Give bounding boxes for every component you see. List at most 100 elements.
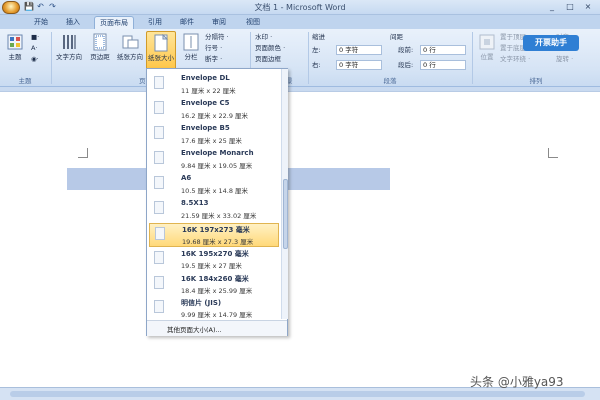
paper-size-option[interactable]: Envelope B5 17.6 厘米 x 25 厘米 xyxy=(149,123,279,147)
paper-size-dimensions: 10.5 厘米 x 14.8 厘米 xyxy=(181,187,249,195)
paper-size-name: A6 xyxy=(181,174,192,182)
paper-icon xyxy=(154,126,164,139)
paper-size-name: 16K 184x260 毫米 xyxy=(181,275,249,283)
paper-size-option[interactable]: 明信片 (JIS) 9.99 厘米 x 14.79 厘米 xyxy=(149,297,279,319)
tab-page-layout[interactable]: 页面布局 xyxy=(94,16,134,29)
orientation-label: 纸张方向 xyxy=(117,53,143,61)
paper-size-dimensions: 17.6 厘米 x 25 厘米 xyxy=(181,137,242,145)
paper-size-option-selected[interactable]: 16K 197x273 毫米 19.68 厘米 x 27.3 厘米 xyxy=(149,223,279,247)
page-color-button[interactable]: 页面颜色 · xyxy=(255,43,285,53)
columns-icon xyxy=(183,33,199,51)
paper-icon xyxy=(154,101,164,114)
separator xyxy=(472,32,473,84)
paper-size-name: Envelope Monarch xyxy=(181,149,254,157)
spacing-before-label: 段前: xyxy=(398,46,414,54)
dropdown-scrollbar[interactable] xyxy=(281,69,288,319)
paper-size-option[interactable]: Envelope C5 16.2 厘米 x 22.9 厘米 xyxy=(149,98,279,122)
paper-size-option[interactable]: 16K 195x270 毫米 19.5 厘米 x 27 厘米 xyxy=(149,248,279,272)
rotate-button[interactable]: 旋转 · xyxy=(556,54,573,64)
paper-icon xyxy=(154,276,164,289)
paper-size-option[interactable]: Envelope DL 11 厘米 x 22 厘米 xyxy=(149,73,279,97)
indent-left-input[interactable]: 0 字符 xyxy=(336,45,382,55)
tab-review[interactable]: 审阅 xyxy=(206,16,232,29)
text-wrap-button[interactable]: 文字环绕 · xyxy=(500,54,530,64)
indent-right-label: 右: xyxy=(312,61,321,69)
hyphenation-button[interactable]: 断字 · xyxy=(205,54,222,64)
tab-insert[interactable]: 插入 xyxy=(60,16,86,29)
theme-colors-icon[interactable]: ■· xyxy=(31,32,39,42)
maximize-button[interactable]: □ xyxy=(562,1,578,12)
tab-references[interactable]: 引用 xyxy=(142,16,168,29)
more-paper-sizes-label: 其他页面大小(A)... xyxy=(167,326,222,334)
paper-size-name: 16K 197x273 毫米 xyxy=(182,226,250,234)
margins-button[interactable]: 页边距 xyxy=(87,33,113,61)
margin-corner-top-left xyxy=(78,148,88,158)
more-paper-sizes-item[interactable]: 其他页面大小(A)... xyxy=(147,320,287,336)
page-borders-button[interactable]: 页面边框 xyxy=(255,54,281,64)
paper-size-option[interactable]: 8.5X13 21.59 厘米 x 33.02 厘米 xyxy=(149,198,279,222)
paper-size-name: Envelope B5 xyxy=(181,124,230,132)
theme-fonts-icon[interactable]: A· xyxy=(31,43,38,53)
paper-size-icon xyxy=(154,34,169,52)
paper-size-option[interactable]: 16K 184x260 毫米 18.4 厘米 x 25.99 厘米 xyxy=(149,273,279,297)
spacing-after-label: 段后: xyxy=(398,61,414,69)
close-button[interactable]: × xyxy=(580,1,596,12)
tab-mailings[interactable]: 邮件 xyxy=(174,16,200,29)
spacing-before-input[interactable]: 0 行 xyxy=(420,45,466,55)
separator xyxy=(51,32,52,84)
document-area[interactable] xyxy=(0,91,600,387)
paper-size-name: Envelope C5 xyxy=(181,99,230,107)
minimize-button[interactable]: _ xyxy=(544,1,560,12)
paper-size-dimensions: 18.4 厘米 x 25.99 厘米 xyxy=(181,287,253,295)
scrollbar-thumb[interactable] xyxy=(10,391,585,397)
paper-size-dimensions: 21.59 厘米 x 33.02 厘米 xyxy=(181,212,257,220)
paper-icon xyxy=(154,300,164,313)
breaks-button[interactable]: 分隔符 · xyxy=(205,32,229,42)
paper-size-name: Envelope DL xyxy=(181,74,230,82)
watermark-button[interactable]: 水印 · xyxy=(255,32,272,42)
paper-size-dimensions: 9.99 厘米 x 14.79 厘米 xyxy=(181,311,253,319)
columns-button[interactable]: 分栏 xyxy=(180,33,202,61)
spacing-after-input[interactable]: 0 行 xyxy=(420,60,466,70)
paper-size-name: 16K 195x270 毫米 xyxy=(181,250,249,258)
invoice-assistant-badge[interactable]: 开票助手 xyxy=(523,35,579,51)
spacing-label: 间距 xyxy=(390,33,403,41)
paper-icon xyxy=(154,176,164,189)
margins-label: 页边距 xyxy=(90,53,110,61)
ribbon: 主题 ■· A· ◉· 主题 文字方向 页边距 纸张方向 纸张大小 分栏 分隔符… xyxy=(0,29,600,87)
paper-icon xyxy=(154,201,164,214)
watermark-text: 头条 @小雅ya93 xyxy=(470,375,564,389)
position-label: 位置 xyxy=(480,53,494,61)
arrange-group-label: 排列 xyxy=(529,77,543,85)
line-numbers-button[interactable]: 行号 · xyxy=(205,43,222,53)
paper-size-dimensions: 19.68 厘米 x 27.3 厘米 xyxy=(182,238,254,246)
position-button[interactable]: 位置 xyxy=(477,33,497,61)
tab-view[interactable]: 视图 xyxy=(240,16,266,29)
paper-size-dimensions: 16.2 厘米 x 22.9 厘米 xyxy=(181,112,249,120)
tab-home[interactable]: 开始 xyxy=(28,16,54,29)
paper-size-list: Envelope DL 11 厘米 x 22 厘米 Envelope C5 16… xyxy=(147,69,279,319)
paper-size-option[interactable]: Envelope Monarch 9.84 厘米 x 19.05 厘米 xyxy=(149,148,279,172)
paper-size-dimensions: 9.84 厘米 x 19.05 厘米 xyxy=(181,162,253,170)
margins-icon xyxy=(93,33,107,51)
theme-effects-icon[interactable]: ◉· xyxy=(31,54,39,64)
paper-icon xyxy=(154,251,164,264)
orientation-button[interactable]: 纸张方向 xyxy=(115,33,145,61)
indent-right-input[interactable]: 0 字符 xyxy=(336,60,382,70)
themes-group-label: 主题 xyxy=(18,77,32,85)
text-direction-icon xyxy=(63,35,76,49)
text-direction-button[interactable]: 文字方向 xyxy=(54,33,84,61)
paper-size-dimensions: 19.5 厘米 x 27 厘米 xyxy=(181,262,242,270)
text-direction-label: 文字方向 xyxy=(56,53,82,61)
window-controls: _ □ × xyxy=(544,1,596,12)
paper-icon xyxy=(154,76,164,89)
paper-size-option[interactable]: A6 10.5 厘米 x 14.8 厘米 xyxy=(149,173,279,197)
paper-size-label: 纸张大小 xyxy=(148,54,174,62)
position-icon xyxy=(479,34,495,50)
paper-size-dimensions: 11 厘米 x 22 厘米 xyxy=(181,87,236,95)
themes-button[interactable]: 主题 xyxy=(4,33,26,61)
title-bar: 💾 ↶ ↷ 文档 1 - Microsoft Word _ □ × xyxy=(0,0,600,15)
paper-icon xyxy=(154,151,164,164)
dropdown-scrollbar-thumb[interactable] xyxy=(283,179,288,249)
columns-label: 分栏 xyxy=(184,53,198,61)
